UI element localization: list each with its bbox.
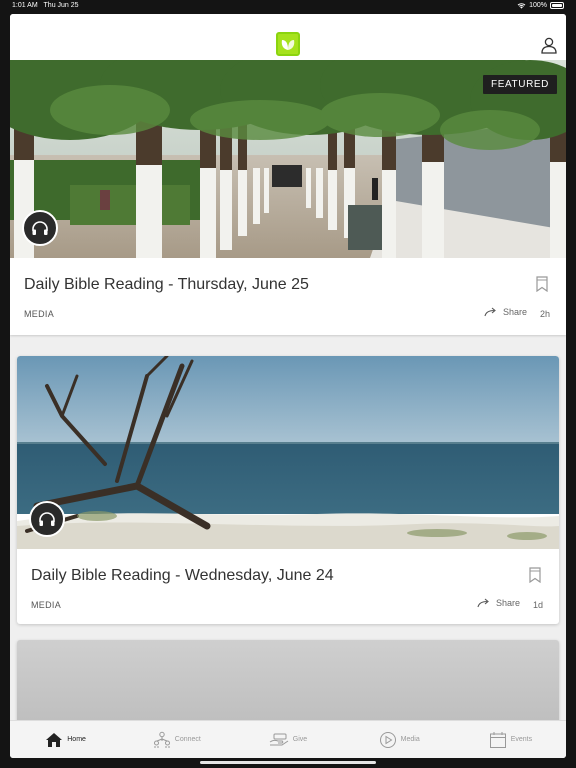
battery-percent: 100% [529,2,547,9]
card-age: 1d [533,600,544,610]
share-label: Share [503,307,528,317]
share-icon [484,307,496,317]
status-date: Thu Jun 25 [43,2,79,9]
tab-label: Media [400,736,420,743]
tab-label: Events [510,736,533,743]
share-button[interactable]: Share [477,598,520,608]
app-screen: FEATURED Daily Bible Reading - Thursday,… [10,14,566,758]
card-category: MEDIA [31,600,62,610]
home-icon [46,732,63,747]
calendar-icon [489,731,506,748]
share-label: Share [496,598,521,608]
media-card-partial[interactable] [17,640,559,720]
home-indicator [200,761,376,764]
card-title[interactable]: Daily Bible Reading - Thursday, June 25 [24,276,309,294]
leaf-logo-icon[interactable] [276,32,300,56]
bookmark-icon[interactable] [528,567,542,583]
headphones-icon [39,512,55,526]
beach-photo [17,356,559,549]
featured-badge: FEATURED [483,75,557,94]
give-icon [269,733,289,745]
wifi-icon [517,3,526,9]
battery-icon [550,2,564,9]
media-card[interactable]: Daily Bible Reading - Wednesday, June 24… [17,356,559,624]
tab-label: Connect [174,736,201,743]
tab-label: Home [67,736,86,743]
share-button[interactable]: Share [484,307,527,317]
card-age: 2h [540,309,551,319]
device-frame: 1:01 AM Thu Jun 25 100% FEATURED Daily B… [0,0,576,768]
tab-home[interactable]: Home [10,721,121,758]
top-bar [10,14,566,60]
tab-label: Give [292,736,308,743]
card-title[interactable]: Daily Bible Reading - Wednesday, June 24 [31,567,334,585]
card-image[interactable]: FEATURED [10,60,566,258]
content-feed[interactable]: FEATURED Daily Bible Reading - Thursday,… [10,60,566,720]
card-image[interactable] [17,356,559,549]
user-icon[interactable] [540,36,558,54]
featured-card[interactable]: FEATURED Daily Bible Reading - Thursday,… [10,60,566,335]
status-time-text: 1:01 AM [12,2,38,9]
status-time: 1:01 AM Thu Jun 25 [12,2,79,9]
play-icon [379,731,396,748]
share-icon [477,598,489,608]
status-right: 100% [517,2,564,9]
tab-bar: Home Connect Give Media Events [10,720,566,758]
bookmark-icon[interactable] [535,276,549,292]
tab-give[interactable]: Give [232,721,343,758]
connect-icon [153,731,170,748]
status-bar: 1:01 AM Thu Jun 25 100% [0,0,576,14]
audio-play-button[interactable] [22,210,58,246]
tab-events[interactable]: Events [455,721,566,758]
tab-connect[interactable]: Connect [121,721,232,758]
audio-play-button[interactable] [29,501,65,537]
tab-media[interactable]: Media [344,721,455,758]
headphones-icon [32,221,48,235]
card-category: MEDIA [24,309,55,319]
